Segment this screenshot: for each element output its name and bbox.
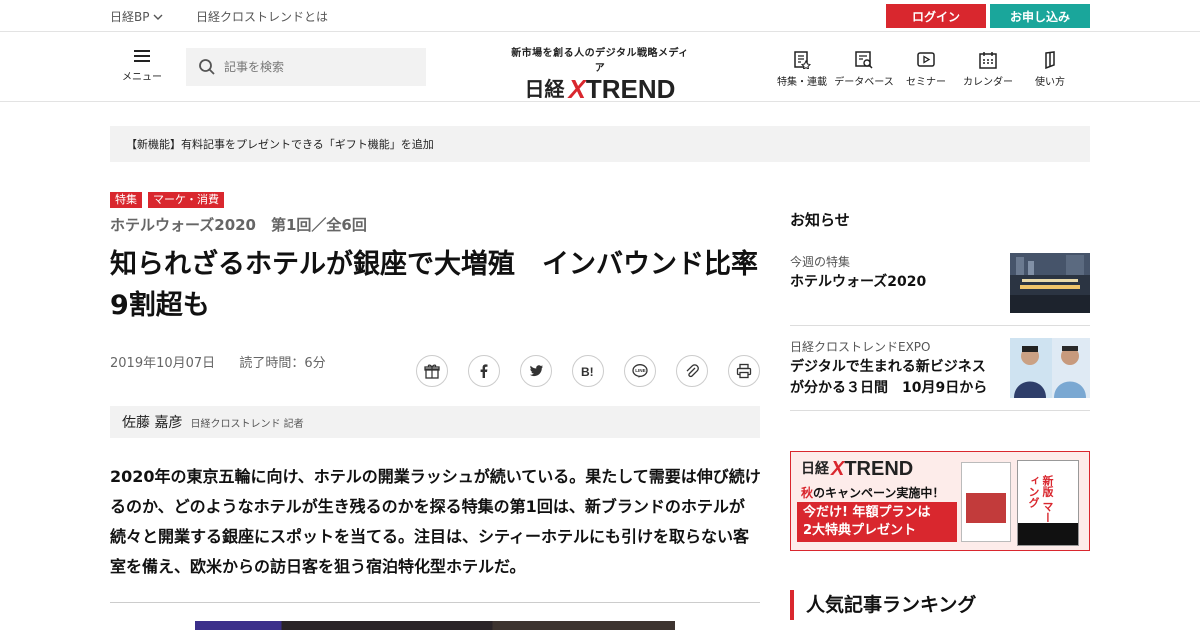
nav-seminar-label: セミナー (906, 77, 946, 88)
twitter-icon (529, 365, 543, 377)
logo-trend: TREND (585, 74, 676, 104)
print-button[interactable] (728, 355, 760, 387)
line-icon: LINE (632, 364, 648, 378)
calendar-icon (979, 52, 997, 69)
publish-date: 2019年10月07日 (110, 356, 216, 371)
banner-offer: 今だけ! 年額プランは 2大特典プレゼント (797, 502, 957, 542)
printer-icon (736, 363, 752, 379)
gift-button[interactable] (416, 355, 448, 387)
sidebar-item-title: デジタルで生まれる新ビジネスが分かる３日間 10月9日から (790, 359, 988, 396)
logo-nikkei: 日経 (524, 79, 565, 101)
logo-tagline: 新市場を創る人のデジタル戦略メディア (511, 48, 689, 74)
campaign-banner[interactable]: 日経 XTREND 秋のキャンペーン実施中！ 今だけ! 年額プランは 2大特典プレ… (790, 451, 1090, 551)
banner-logo-x: X (831, 458, 845, 480)
sidebar-item-feature[interactable]: 今週の特集 ホテルウォーズ2020 (790, 253, 1090, 326)
notice-bar[interactable]: 【新機能】有料記事をプレゼントできる「ギフト機能」を追加 (110, 126, 1090, 162)
read-time: 読了時間：6分 (239, 356, 326, 371)
sidebar-item-title: ホテルウォーズ2020 (790, 274, 927, 290)
series-title[interactable]: ホテルウォーズ2020 第1回／全6回 (110, 214, 367, 235)
hamburger-icon (134, 50, 150, 62)
menu-button[interactable]: メニュー (120, 50, 164, 83)
divider (110, 602, 760, 603)
nav-guide-label: 使い方 (1035, 77, 1065, 88)
guide-icon (1045, 51, 1055, 69)
banner-logo-nikkei: 日経 (801, 460, 829, 476)
nav-database[interactable]: データベース (832, 50, 896, 88)
database-icon (855, 51, 873, 69)
article-lead: 2020年の東京五輪に向け、ホテルの開業ラッシュが続いている。果たして需要は伸び… (110, 467, 761, 576)
banner-campaign-text: のキャンペーン実施中！ (813, 486, 945, 500)
banner-logo: 日経 XTREND (801, 458, 913, 481)
chevron-down-icon (153, 14, 163, 20)
svg-text:B!: B! (581, 365, 594, 379)
nav-feature[interactable]: 特集・連載 (770, 50, 834, 88)
banner-logo-trend: TREND (844, 458, 914, 480)
logo-mark: 日経 XTREND (508, 74, 692, 105)
nav-feature-label: 特集・連載 (777, 77, 827, 88)
author-box[interactable]: 佐藤 嘉彦 日経クロストレンド 記者 (110, 406, 760, 438)
sidebar-heading: お知らせ (790, 211, 850, 229)
seminar-icon (917, 52, 935, 67)
site-header: メニュー 新市場を創る人のデジタル戦略メディア 日経XTREND 特集・連載 デ… (0, 32, 1200, 105)
apply-button[interactable]: お申し込み (990, 4, 1090, 28)
banner-book-1 (961, 462, 1011, 542)
expo-speakers-thumbnail (1010, 338, 1090, 398)
hotel-wars-thumbnail (1010, 253, 1090, 313)
article-main-image (195, 621, 675, 630)
author-role: 日経クロストレンド 記者 (190, 418, 304, 430)
nav-calendar-label: カレンダー (963, 77, 1013, 88)
hatena-bookmark-icon: B! (581, 365, 594, 379)
sidebar-item-expo[interactable]: 日経クロストレンドEXPO デジタルで生まれる新ビジネスが分かる３日間 10月9… (790, 338, 1090, 411)
tag-feature[interactable]: 特集 (110, 192, 142, 208)
copy-link-button[interactable] (676, 355, 708, 387)
twitter-share-button[interactable] (520, 355, 552, 387)
search-icon (199, 59, 215, 75)
site-logo[interactable]: 新市場を創る人のデジタル戦略メディア 日経 XTREND (508, 44, 692, 105)
about-link[interactable]: 日経クロストレンドとは (196, 8, 328, 25)
nav-database-label: データベース (834, 77, 894, 88)
article-tags: 特集 マーケ・消費 (110, 192, 224, 208)
hatena-share-button[interactable]: B! (572, 355, 604, 387)
nav-seminar[interactable]: セミナー (894, 50, 958, 88)
top-utility-bar: 日経BP 日経クロストレンドとは ログイン お申し込み (0, 0, 1200, 32)
article-headline: 知られざるホテルが銀座で大増殖 インバウンド比率9割超も (110, 249, 758, 321)
facebook-icon (480, 364, 488, 378)
banner-offer-line1: 今だけ! 年額プランは (803, 505, 931, 520)
nav-guide[interactable]: 使い方 (1018, 50, 1082, 88)
nikkei-bp-dropdown[interactable]: 日経BP (110, 8, 163, 25)
author-name: 佐藤 嘉彦 (122, 415, 183, 431)
search-box[interactable] (186, 48, 426, 86)
banner-offer-line2: 2大特典プレゼント (803, 523, 917, 538)
line-share-button[interactable]: LINE (624, 355, 656, 387)
nikkei-bp-label: 日経BP (110, 10, 150, 24)
paperclip-icon (686, 364, 699, 378)
banner-aki: 秋 (801, 486, 814, 500)
search-input[interactable] (224, 60, 414, 74)
tag-marketing[interactable]: マーケ・消費 (148, 192, 224, 208)
article-meta: 2019年10月07日 読了時間：6分 (110, 352, 326, 371)
header-nav: 特集・連載 データベース セミナー カレンダー 使い方 (770, 50, 1080, 88)
facebook-share-button[interactable] (468, 355, 500, 387)
menu-label: メニュー (122, 72, 162, 83)
gift-icon (424, 364, 440, 379)
svg-text:LINE: LINE (635, 368, 645, 373)
ranking-heading: 人気記事ランキング (790, 590, 976, 620)
banner-book-2: 新版 マーケティング (1017, 460, 1079, 546)
banner-campaign: 秋のキャンペーン実施中！ (801, 484, 944, 501)
feature-icon (794, 51, 811, 69)
share-buttons: B! LINE (416, 355, 760, 387)
logo-x: X (568, 74, 586, 104)
nav-calendar[interactable]: カレンダー (956, 50, 1020, 88)
login-button[interactable]: ログイン (886, 4, 986, 28)
